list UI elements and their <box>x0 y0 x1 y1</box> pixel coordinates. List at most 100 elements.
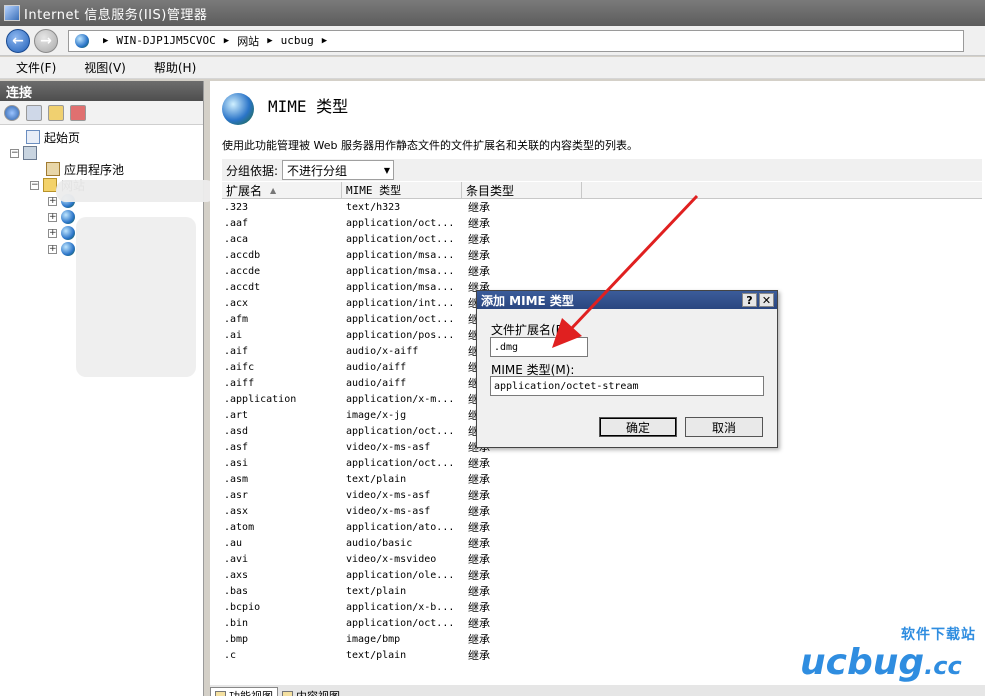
redaction-blur <box>56 180 216 202</box>
mime-type-input[interactable]: application/octet-stream <box>490 376 764 396</box>
extension-input[interactable]: .dmg <box>490 337 588 357</box>
address-bar[interactable]: ▶ WIN-DJP1JM5CVOC ▶ 网站 ▶ ucbug ▶ <box>68 29 964 52</box>
cell-mime-type: application/ole... <box>346 569 455 581</box>
menu-help[interactable]: 帮助(H) <box>138 59 208 76</box>
tree-node-start-page[interactable]: 起始页 <box>26 129 80 145</box>
up-level-icon[interactable] <box>48 104 64 121</box>
menu-view[interactable]: 视图(V) <box>68 59 138 76</box>
group-by-value: 不进行分组 <box>287 163 348 178</box>
chevron-right-icon: ▶ <box>321 35 328 46</box>
mime-list-row[interactable]: .asx video/x-ms-asf 继承 <box>222 503 982 519</box>
tree-node-server[interactable]: − <box>10 145 41 161</box>
ok-button[interactable]: 确定 <box>599 417 677 437</box>
cell-mime-type: text/plain <box>346 585 407 597</box>
expand-icon[interactable]: + <box>48 212 57 222</box>
tree-node-site[interactable]: + <box>48 225 79 241</box>
disconnect-icon[interactable] <box>70 104 86 121</box>
navigation-bar: ← → ▶ WIN-DJP1JM5CVOC ▶ 网站 ▶ ucbug ▶ <box>0 26 985 56</box>
cell-mime-type: application/int... <box>346 297 455 309</box>
cell-mime-type: application/msa... <box>346 281 455 293</box>
cell-mime-type: application/x-b... <box>346 601 455 613</box>
cell-extension: .c <box>224 649 237 661</box>
cell-extension: .accde <box>224 265 261 277</box>
breadcrumb-site[interactable]: ucbug <box>281 34 314 47</box>
group-by-select[interactable]: 不进行分组 ▼ <box>282 160 395 180</box>
help-button[interactable]: ? <box>742 293 757 307</box>
cell-entry-type: 继承 <box>468 265 490 278</box>
cell-mime-type: application/oct... <box>346 617 455 629</box>
cell-entry-type: 继承 <box>468 649 490 662</box>
redaction-blur <box>76 217 196 377</box>
chevron-right-icon: ▶ <box>267 35 273 46</box>
mime-list-row[interactable]: .asm text/plain 继承 <box>222 471 982 487</box>
cell-extension: .atom <box>224 521 255 533</box>
mime-list-row[interactable]: .accdb application/msa... 继承 <box>222 247 982 263</box>
mime-list-row[interactable]: .asr video/x-ms-asf 继承 <box>222 487 982 503</box>
cancel-button[interactable]: 取消 <box>685 417 763 437</box>
cell-extension: .aaf <box>224 217 249 229</box>
back-button[interactable]: ← <box>6 28 30 53</box>
cell-entry-type: 继承 <box>468 249 490 262</box>
tree-node-site[interactable]: + <box>48 241 79 257</box>
watermark-cn: 软件下载站 <box>901 627 976 643</box>
tab-content-view[interactable]: 内容视图 <box>278 687 344 696</box>
connections-header: 连接 <box>0 81 203 101</box>
cell-extension: .application <box>224 393 297 405</box>
collapse-icon[interactable]: − <box>30 180 39 190</box>
cell-extension: .avi <box>224 553 249 565</box>
add-mime-type-dialog: 添加 MIME 类型 ? ✕ 文件扩展名(E): .dmg MIME 类型(M)… <box>476 290 778 448</box>
cell-extension: .323 <box>224 201 249 213</box>
mime-list-row[interactable]: .aca application/oct... 继承 <box>222 231 982 247</box>
expand-icon[interactable]: + <box>48 244 57 254</box>
column-header-entry-type[interactable]: 条目类型 <box>462 182 582 198</box>
expand-icon[interactable]: + <box>48 196 57 206</box>
dialog-titlebar: 添加 MIME 类型 ? ✕ <box>477 291 777 309</box>
mime-list-row[interactable]: .au audio/basic 继承 <box>222 535 982 551</box>
cell-extension: .art <box>224 409 249 421</box>
cell-extension: .bas <box>224 585 249 597</box>
column-header-mime-type[interactable]: MIME 类型 <box>342 182 462 198</box>
mime-list-row[interactable]: .avi video/x-msvideo 继承 <box>222 551 982 567</box>
tab-features-view[interactable]: 功能视图 <box>210 687 278 696</box>
mime-list-row[interactable]: .323 text/h323 继承 <box>222 199 982 215</box>
connections-pane: 连接 起始页 − 应用程序池 − 网站 + + <box>0 81 216 696</box>
cell-extension: .aif <box>224 345 249 357</box>
breadcrumb-server[interactable]: WIN-DJP1JM5CVOC <box>116 34 215 47</box>
menu-file[interactable]: 文件(F) <box>0 59 68 76</box>
close-button[interactable]: ✕ <box>759 293 774 307</box>
cell-mime-type: video/x-ms-asf <box>346 505 431 517</box>
cell-mime-type: text/h323 <box>346 201 401 213</box>
cell-extension: .asr <box>224 489 249 501</box>
cell-entry-type: 继承 <box>468 617 490 630</box>
collapse-icon[interactable]: − <box>10 148 19 158</box>
tree-node-site[interactable]: + <box>48 209 79 225</box>
mime-list-row[interactable]: .bcpio application/x-b... 继承 <box>222 599 982 615</box>
cell-entry-type: 继承 <box>468 521 490 534</box>
tree-node-app-pools[interactable]: 应用程序池 <box>46 161 124 177</box>
expand-icon[interactable]: + <box>48 228 57 238</box>
dropdown-arrow-icon: ▼ <box>383 166 391 175</box>
cell-entry-type: 继承 <box>468 601 490 614</box>
save-icon[interactable] <box>26 104 42 121</box>
mime-list-row[interactable]: .atom application/ato... 继承 <box>222 519 982 535</box>
mime-list-row[interactable]: .axs application/ole... 继承 <box>222 567 982 583</box>
cell-extension: .bcpio <box>224 601 261 613</box>
mime-list-row[interactable]: .asi application/oct... 继承 <box>222 455 982 471</box>
website-globe-icon <box>61 226 75 240</box>
column-header-extension[interactable]: 扩展名 ▲ <box>222 182 342 198</box>
cell-mime-type: application/oct... <box>346 217 455 229</box>
mime-list-row[interactable]: .accde application/msa... 继承 <box>222 263 982 279</box>
mime-list-row[interactable]: .bas text/plain 继承 <box>222 583 982 599</box>
window-title: Internet 信息服务(IIS)管理器 <box>24 7 208 23</box>
mime-list-row[interactable]: .aaf application/oct... 继承 <box>222 215 982 231</box>
forward-button[interactable]: → <box>34 28 58 53</box>
feature-description: 使用此功能管理被 Web 服务器用作静态文件的文件扩展名和关联的内容类型的列表。 <box>222 139 638 152</box>
breadcrumb-sites[interactable]: 网站 <box>237 33 259 49</box>
cell-mime-type: application/oct... <box>346 313 455 325</box>
connect-icon[interactable] <box>4 104 20 121</box>
sites-folder-icon <box>43 178 57 192</box>
connections-toolbar <box>0 101 203 125</box>
dialog-title: 添加 MIME 类型 <box>481 293 574 308</box>
cell-entry-type: 继承 <box>468 233 490 246</box>
cell-entry-type: 继承 <box>468 489 490 502</box>
